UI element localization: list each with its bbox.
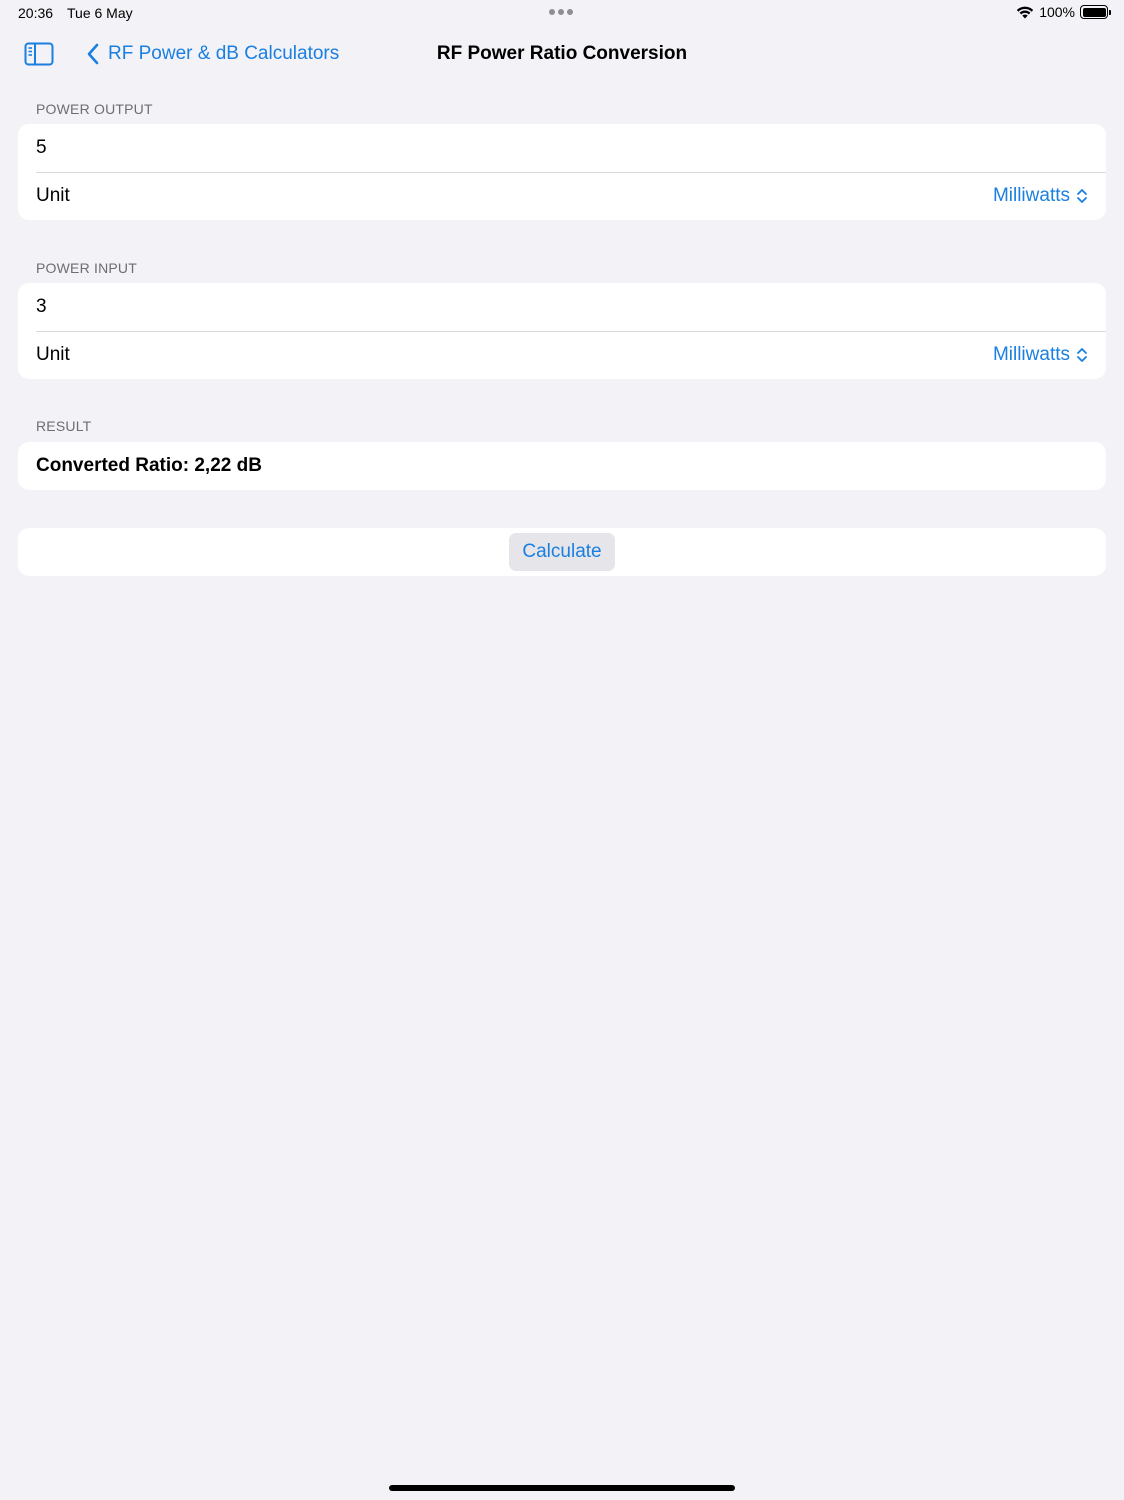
power-input-unit-picker[interactable]: Milliwatts [993, 344, 1088, 366]
power-input-row [18, 283, 1106, 331]
result-header: RESULT [36, 418, 92, 434]
chevron-up-down-icon [1077, 348, 1087, 362]
calculate-button[interactable]: Calculate [509, 533, 615, 571]
battery-percentage: 100% [1039, 4, 1075, 20]
power-input-unit-label: Unit [36, 344, 70, 365]
status-indicators: 100% [1016, 4, 1111, 20]
power-input-card: Unit Milliwatts [18, 283, 1106, 379]
power-output-row [18, 124, 1106, 172]
result-row: Converted Ratio: 2,22 dB [18, 442, 1106, 490]
status-time: 20:36 [18, 5, 54, 21]
chevron-up-down-icon [1077, 189, 1087, 203]
result-card: Converted Ratio: 2,22 dB [18, 442, 1106, 490]
status-bar: 20:36 Tue 6 May 100% [0, 0, 1124, 26]
home-indicator[interactable] [389, 1485, 735, 1491]
power-input-unit-row: Unit Milliwatts [18, 331, 1106, 379]
result-text: Converted Ratio: 2,22 dB [36, 455, 262, 476]
wifi-icon [1016, 6, 1034, 19]
power-output-input[interactable] [36, 137, 1088, 159]
power-input-input[interactable] [36, 296, 1088, 318]
power-output-unit-label: Unit [36, 185, 70, 206]
power-output-header: POWER OUTPUT [36, 101, 153, 117]
power-output-unit-row: Unit Milliwatts [18, 172, 1106, 220]
power-input-unit-value: Milliwatts [992, 344, 1070, 365]
power-output-unit-value: Milliwatts [992, 185, 1070, 206]
power-input-header: POWER INPUT [36, 260, 137, 276]
multitasking-dots-icon[interactable] [549, 9, 573, 15]
power-output-unit-picker[interactable]: Milliwatts [993, 185, 1088, 207]
page-title: RF Power Ratio Conversion [436, 43, 688, 64]
power-output-card: Unit Milliwatts [18, 124, 1106, 220]
calculate-card: Calculate [18, 528, 1106, 576]
status-date: Tue 6 May [67, 5, 133, 21]
battery-full-icon [1080, 5, 1111, 19]
navigation-bar: RF Power & dB Calculators RF Power Ratio… [0, 30, 1124, 78]
